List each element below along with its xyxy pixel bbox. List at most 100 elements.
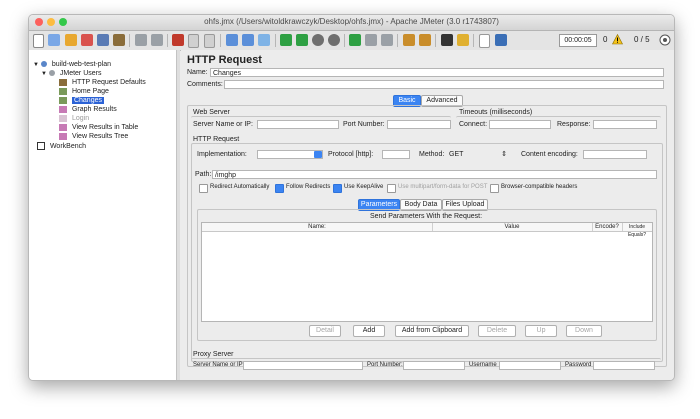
new-icon[interactable] <box>33 34 44 48</box>
start-icon[interactable] <box>280 34 292 46</box>
tree-item-test-plan[interactable]: ▼ build-web-test-plan <box>33 60 111 69</box>
stop-icon[interactable] <box>312 34 324 46</box>
tree-item-http-request-defaults[interactable]: HTTP Request Defaults <box>59 78 146 87</box>
path-field[interactable]: /imghp <box>212 170 657 179</box>
paste-icon[interactable] <box>204 34 215 48</box>
proxy-password-label: Password <box>565 362 592 368</box>
timeouts-legend: Timeouts (milliseconds) <box>459 109 533 116</box>
http-request-legend: HTTP Request <box>193 136 240 143</box>
multipart-checkbox[interactable] <box>387 184 396 193</box>
port-number-field[interactable] <box>387 120 451 129</box>
close-icon[interactable] <box>81 34 93 46</box>
tree-item-jmeter-users[interactable]: ▼ JMeter Users <box>41 69 101 78</box>
col-header-value[interactable]: Value <box>432 223 593 231</box>
cut-icon[interactable] <box>172 34 184 46</box>
browser-compatible-label: Browser-compatible headers <box>501 184 578 190</box>
http-request-panel: HTTP Request Name: Changes Comments: Bas… <box>181 50 674 380</box>
shutdown-icon[interactable] <box>328 34 340 46</box>
proxy-server-name-field[interactable] <box>243 361 363 370</box>
start-no-pauses-icon[interactable] <box>296 34 308 46</box>
content-encoding-field[interactable] <box>583 150 647 159</box>
table-header-row: Name: Value Encode? Include Equals? <box>202 223 652 238</box>
tree-item-home-page[interactable]: Home Page <box>59 87 109 96</box>
redo-icon[interactable] <box>151 34 163 46</box>
col-header-encode[interactable]: Encode? <box>592 223 623 231</box>
network-status-icon <box>659 34 671 46</box>
connect-field[interactable] <box>489 120 551 129</box>
remote-shutdown-icon[interactable] <box>381 34 393 46</box>
remote-start-icon[interactable] <box>349 34 361 46</box>
delete-button[interactable]: Delete <box>478 325 516 337</box>
listener-icon <box>59 132 67 140</box>
method-select[interactable]: GET ⇕ <box>447 150 509 159</box>
expand-all-icon[interactable] <box>226 34 238 46</box>
down-button[interactable]: Down <box>566 325 602 337</box>
tree-item-workbench[interactable]: WorkBench <box>37 142 86 151</box>
detail-button[interactable]: Detail <box>309 325 341 337</box>
thread-group-icon <box>48 70 55 77</box>
name-field[interactable]: Changes <box>210 68 664 77</box>
reset-search-icon[interactable] <box>457 34 469 46</box>
split-pane-divider[interactable] <box>177 50 180 380</box>
proxy-server-legend: Proxy Server <box>193 351 234 358</box>
window-title: ohfs.jmx (/Users/witoldkrawczyk/Desktop/… <box>204 17 499 26</box>
server-name-field[interactable] <box>257 120 339 129</box>
web-server-legend: Web Server <box>193 109 230 116</box>
remote-stop-icon[interactable] <box>365 34 377 46</box>
col-header-include-equals[interactable]: Include Equals? <box>622 223 652 239</box>
parameters-table[interactable]: Name: Value Encode? Include Equals? <box>201 222 653 322</box>
browser-compatible-checkbox[interactable] <box>490 184 499 193</box>
col-header-name[interactable]: Name: <box>202 223 433 231</box>
collapse-all-icon[interactable] <box>242 34 254 46</box>
undo-icon[interactable] <box>135 34 147 46</box>
listener-icon <box>59 123 67 131</box>
tree-item-view-results-table[interactable]: View Results in Table <box>59 123 138 132</box>
jmeter-window: ohfs.jmx (/Users/witoldkrawczyk/Desktop/… <box>28 14 675 381</box>
proxy-port-field[interactable] <box>403 361 465 370</box>
response-field[interactable] <box>593 120 657 129</box>
clear-all-icon[interactable] <box>419 34 431 46</box>
comments-field[interactable] <box>224 80 664 89</box>
implementation-select[interactable] <box>257 150 323 159</box>
toolbar: 00:00:05 0 0 / 5 <box>29 31 674 51</box>
protocol-field[interactable] <box>382 150 410 159</box>
chevron-down-icon <box>314 151 322 158</box>
warning-icon[interactable] <box>612 34 623 45</box>
elapsed-timer: 00:00:05 <box>559 34 597 47</box>
search-icon[interactable] <box>441 34 453 46</box>
updown-icon: ⇕ <box>501 151 507 158</box>
save-screen-icon[interactable] <box>113 34 125 46</box>
name-label: Name: <box>187 69 208 76</box>
proxy-username-field[interactable] <box>499 361 561 370</box>
copy-icon[interactable] <box>188 34 199 48</box>
proxy-password-field[interactable] <box>593 361 655 370</box>
test-plan-icon <box>40 61 47 68</box>
save-icon[interactable] <box>97 34 109 46</box>
redirect-automatically-checkbox[interactable] <box>199 184 208 193</box>
up-button[interactable]: Up <box>525 325 557 337</box>
follow-redirects-checkbox[interactable] <box>275 184 284 193</box>
sampler-disabled-icon <box>59 114 67 122</box>
templates-icon[interactable] <box>48 34 60 46</box>
function-helper-icon[interactable] <box>479 34 490 48</box>
title-bar: ohfs.jmx (/Users/witoldkrawczyk/Desktop/… <box>29 15 674 31</box>
comments-label: Comments: <box>187 81 223 88</box>
open-icon[interactable] <box>65 34 77 46</box>
implementation-label: Implementation: <box>197 151 247 158</box>
tree-item-graph-results[interactable]: Graph Results <box>59 105 117 114</box>
thread-count: 0 / 5 <box>634 35 650 44</box>
help-icon[interactable] <box>495 34 507 46</box>
test-plan-tree: ▼ build-web-test-plan ▼ JMeter Users HTT… <box>29 50 177 380</box>
clear-icon[interactable] <box>403 34 415 46</box>
tree-item-changes[interactable]: Changes <box>59 96 104 105</box>
tree-item-login[interactable]: Login <box>59 114 89 123</box>
use-keepalive-checkbox[interactable] <box>333 184 342 193</box>
protocol-label: Protocol [http]: <box>328 151 374 158</box>
redirect-automatically-label: Redirect Automatically <box>210 184 270 190</box>
toggle-icon[interactable] <box>258 34 270 46</box>
add-button[interactable]: Add <box>353 325 385 337</box>
panel-title: HTTP Request <box>187 54 262 66</box>
add-from-clipboard-button[interactable]: Add from Clipboard <box>395 325 469 337</box>
tree-item-view-results-tree[interactable]: View Results Tree <box>59 132 128 141</box>
proxy-username-label: Username <box>469 362 497 368</box>
